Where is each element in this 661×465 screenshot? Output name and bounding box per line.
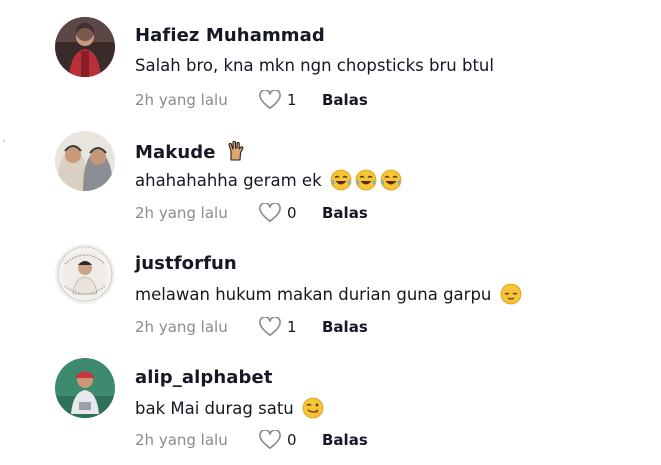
comment-meta: 2h yang lalu 0 Balas xyxy=(135,202,368,224)
comment-text-content: melawan hukum makan durian guna garpu xyxy=(135,285,492,304)
comment-meta: 2h yang lalu 0 Balas xyxy=(135,429,368,451)
comment-text: ahahahahha geram ek xyxy=(135,169,402,191)
divider-dot xyxy=(3,140,5,142)
like-count: 0 xyxy=(287,204,297,222)
hand-sign-emoji-icon xyxy=(225,139,247,161)
comment-text: melawan hukum makan durian guna garpu xyxy=(135,283,522,305)
reply-button[interactable]: Balas xyxy=(322,431,368,449)
comment-item: alip_alphabet bak Mai durag satu 2h yang… xyxy=(0,0,661,449)
comment-text: bak Mai durag satu xyxy=(135,397,324,419)
like-count: 0 xyxy=(287,431,297,449)
heart-outline-icon xyxy=(259,203,281,222)
tears-of-joy-emoji-icon xyxy=(330,169,352,191)
avatar[interactable] xyxy=(55,131,115,191)
tears-of-joy-emoji-icon xyxy=(380,169,402,191)
reply-button[interactable]: Balas xyxy=(322,204,368,222)
heart-outline-icon xyxy=(259,430,281,449)
comment-time: 2h yang lalu xyxy=(135,318,228,336)
heart-outline-icon xyxy=(259,317,281,336)
like-button[interactable]: 1 xyxy=(259,317,322,337)
avatar[interactable] xyxy=(55,358,115,418)
comment-text-content: ahahahahha geram ek xyxy=(135,171,322,190)
comment-time: 2h yang lalu xyxy=(135,431,228,449)
relieved-face-emoji-icon xyxy=(500,283,522,305)
yum-face-emoji-icon xyxy=(302,397,324,419)
comment-username[interactable]: Makude xyxy=(135,139,247,163)
comment-username-text: Makude xyxy=(135,142,216,163)
like-count: 1 xyxy=(287,318,297,336)
avatar[interactable] xyxy=(55,244,115,304)
like-button[interactable]: 0 xyxy=(259,430,322,450)
comment-text-content: bak Mai durag satu xyxy=(135,399,294,418)
like-button[interactable]: 0 xyxy=(259,203,322,223)
tears-of-joy-emoji-icon xyxy=(355,169,377,191)
reply-button[interactable]: Balas xyxy=(322,318,368,336)
comment-username[interactable]: alip_alphabet xyxy=(135,367,273,388)
comment-time: 2h yang lalu xyxy=(135,204,228,222)
comment-username[interactable]: justforfun xyxy=(135,253,237,274)
comment-meta: 2h yang lalu 1 Balas xyxy=(135,316,368,338)
